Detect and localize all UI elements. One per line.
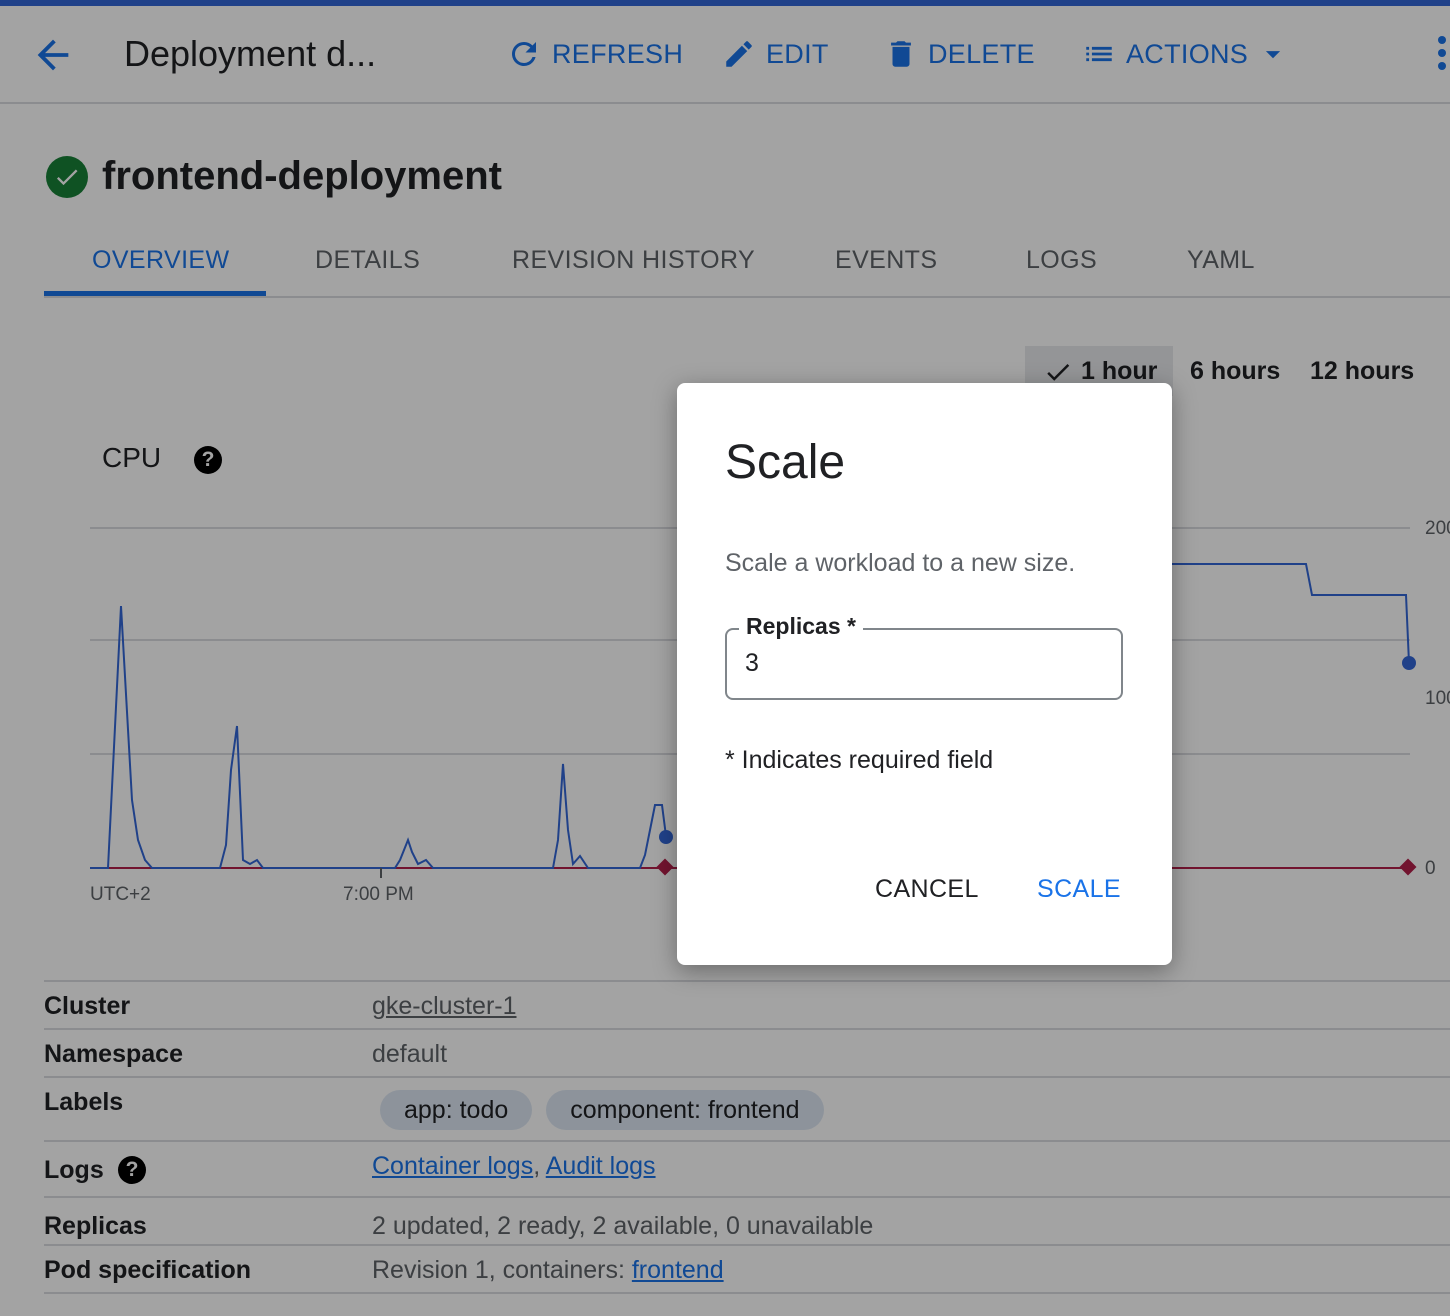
dialog-description: Scale a workload to a new size.: [725, 549, 1076, 577]
cancel-button[interactable]: CANCEL: [875, 875, 979, 904]
dialog-title: Scale: [725, 436, 846, 489]
replicas-field: Replicas *: [725, 613, 1123, 700]
scale-dialog: Scale Scale a workload to a new size. Re…: [677, 383, 1172, 965]
replicas-field-label: Replicas *: [739, 613, 863, 640]
scale-button[interactable]: SCALE: [1037, 875, 1121, 904]
replicas-input[interactable]: [743, 644, 1107, 682]
required-note: * Indicates required field: [725, 746, 994, 774]
